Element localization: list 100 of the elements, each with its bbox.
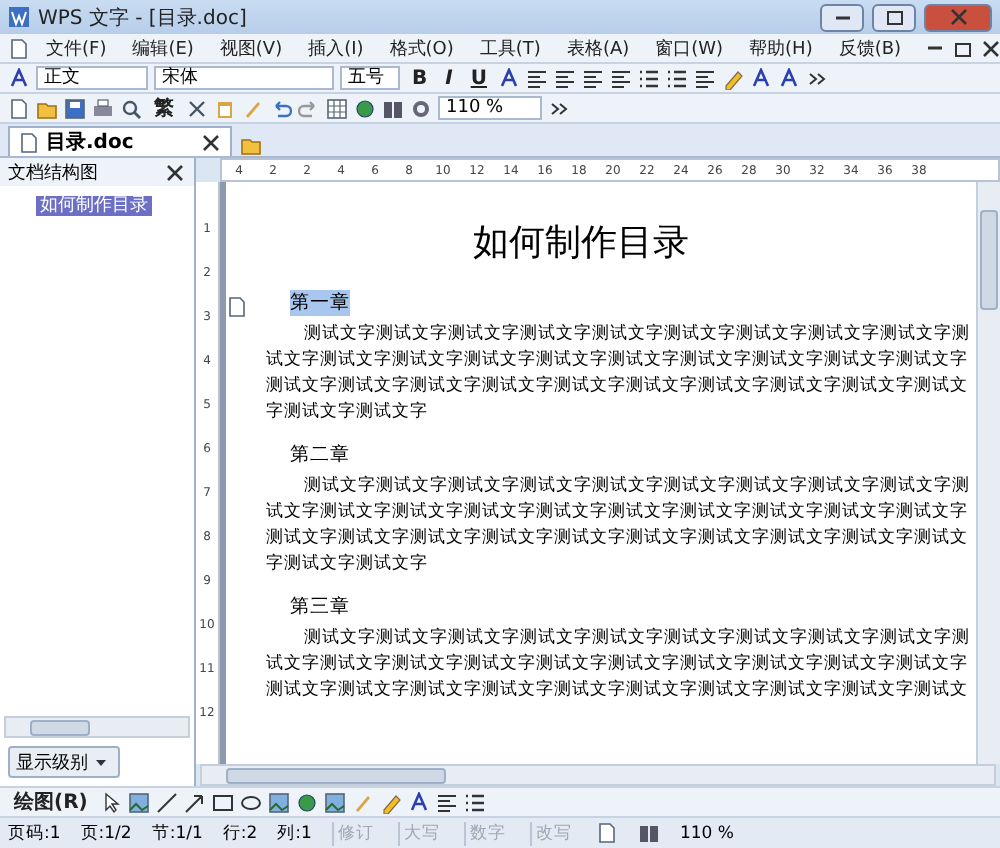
horizontal-scrollbar[interactable] (4, 716, 190, 738)
rectangle-icon[interactable] (211, 791, 234, 813)
minimize-icon[interactable] (923, 44, 946, 52)
status-text: 列:1 (277, 821, 312, 845)
letter-icon[interactable] (8, 67, 30, 89)
window-title: WPS 文字 - [目录.doc] (38, 5, 249, 31)
close-icon[interactable] (200, 131, 222, 153)
letter-icon[interactable] (498, 67, 521, 89)
cursor-icon[interactable] (99, 791, 122, 813)
close-icon (947, 6, 969, 28)
body-text-line: 测试文字测试文字测试文字测试文字测试文字测试文字测试文字测试文字测试文字测试文 (266, 678, 970, 704)
status-text: 行:2 (222, 821, 258, 845)
menu-item[interactable]: 插入(I) (298, 35, 374, 61)
status-text: 节:1/1 (151, 821, 203, 845)
undo-icon[interactable] (270, 97, 292, 119)
menu-item[interactable]: 文件(F) (36, 35, 117, 61)
menu-item[interactable]: 格式(O) (379, 35, 464, 61)
body-text-line: 测试文字测试文字测试文字测试文字测试文字测试文字测试文字测试文字测试文字测 (302, 322, 972, 348)
letter-icon[interactable] (778, 67, 801, 89)
zoom-level: 110 % (679, 823, 734, 843)
mode-indicator: 改写 (529, 821, 576, 845)
format-button[interactable]: B (406, 67, 434, 89)
align-icon[interactable] (526, 67, 549, 89)
document-icon (18, 131, 40, 153)
align-icon[interactable] (694, 67, 717, 89)
chapter-heading: 第三章 (290, 594, 350, 620)
zoom-dropdown[interactable]: 110 % (438, 96, 542, 120)
format-button[interactable]: I (439, 67, 459, 89)
vertical-scrollbar[interactable] (976, 182, 1000, 764)
columns-icon[interactable] (637, 822, 660, 844)
menu-item[interactable]: 反馈(B) (828, 35, 912, 61)
status-text: 页:1/2 (80, 821, 132, 845)
style-dropdown[interactable]: 正文 (36, 66, 148, 90)
close-button[interactable] (924, 3, 992, 31)
body-text-line: 测试文字测试文字测试文字测试文字测试文字测试文字测试文字测试文字测试文字测 (302, 474, 972, 500)
picture-icon[interactable] (127, 791, 150, 813)
horizontal-scrollbar[interactable] (200, 764, 996, 786)
scissors-icon[interactable] (186, 97, 208, 119)
pencil-icon[interactable] (379, 791, 402, 813)
font-size-dropdown[interactable]: 五号 (340, 66, 400, 90)
mode-indicator: 大写 (397, 821, 444, 845)
letter-icon[interactable] (750, 67, 773, 89)
chapter-heading: 第二章 (290, 442, 350, 468)
mode-indicator: 修订 (331, 821, 378, 845)
restore-icon[interactable] (951, 37, 974, 59)
close-icon[interactable] (979, 37, 1000, 59)
printer-icon[interactable] (92, 97, 114, 119)
chapter-heading: 第一章 (290, 290, 350, 316)
body-text-line: 试文字测试文字测试文字测试文字测试文字测试文字测试文字测试文字测试文字测试文字 (266, 500, 970, 526)
save-icon[interactable] (64, 97, 86, 119)
maximize-button[interactable] (872, 3, 916, 31)
body-text-line: 测试文字测试文字测试文字测试文字测试文字测试文字测试文字测试文字测试文字测试文 (266, 374, 970, 400)
body-text-line: 测试文字测试文字测试文字测试文字测试文字测试文字测试文字测试文字测试文字测试文 (266, 526, 970, 552)
level-button[interactable]: 显示级别 (8, 746, 120, 778)
status-text: 页码:1 (8, 821, 61, 845)
body-text-line: 试文字测试文字测试文字测试文字测试文字测试文字测试文字测试文字测试文字测试文字 (266, 652, 970, 678)
restore-icon (883, 6, 905, 28)
menu-item[interactable]: 窗口(W) (645, 35, 734, 61)
mode-indicator: 数字 (463, 821, 510, 845)
convert-button[interactable]: 繁 (148, 94, 180, 122)
magnifier-icon[interactable] (120, 97, 142, 119)
document-icon[interactable] (595, 822, 618, 844)
font-dropdown[interactable]: 宋体 (154, 66, 334, 90)
format-button[interactable]: U (464, 67, 493, 89)
align-icon[interactable] (610, 67, 633, 89)
menu-item[interactable]: 编辑(E) (122, 35, 204, 61)
columns-icon[interactable] (382, 97, 404, 119)
list-icon[interactable] (666, 67, 689, 89)
body-text-line: 字测试文字测试文字 (266, 552, 430, 578)
chevron-icon[interactable] (806, 67, 829, 89)
document-title: 如何制作目录 (471, 220, 691, 266)
minimize-button[interactable] (820, 3, 864, 31)
close-icon[interactable] (164, 161, 186, 183)
body-text-line: 试文字测试文字测试文字测试文字测试文字测试文字测试文字测试文字测试文字测试文字 (266, 348, 970, 374)
arrow-icon[interactable] (183, 791, 206, 813)
line-icon[interactable] (155, 791, 178, 813)
list-icon[interactable] (463, 791, 486, 813)
menu-item[interactable]: 工具(T) (469, 35, 551, 61)
redo-icon[interactable] (298, 97, 320, 119)
picture-icon[interactable] (323, 791, 346, 813)
menu-item[interactable]: 表格(A) (556, 35, 640, 61)
app-logo-icon (8, 6, 30, 28)
align-icon[interactable] (435, 791, 458, 813)
letter-icon[interactable] (407, 791, 430, 813)
document-tab[interactable]: 目录.doc (8, 126, 232, 156)
list-icon[interactable] (638, 67, 661, 89)
body-text-line: 字测试文字测试文字 (266, 400, 430, 426)
outline-item[interactable]: 如何制作目录 (36, 196, 152, 216)
align-icon[interactable] (554, 67, 577, 89)
drawing-menu-button[interactable]: 绘图(R) (8, 788, 94, 816)
table-icon[interactable] (326, 97, 348, 119)
picture-icon[interactable] (267, 791, 290, 813)
pane-title: 文档结构图 (8, 161, 98, 185)
body-text-line: 测试文字测试文字测试文字测试文字测试文字测试文字测试文字测试文字测试文字测 (302, 626, 972, 652)
menu-item[interactable]: 帮助(H) (739, 35, 823, 61)
ellipse-icon[interactable] (239, 791, 262, 813)
menu-item[interactable]: 视图(V) (209, 35, 293, 61)
align-icon[interactable] (582, 67, 605, 89)
minimize-icon (831, 13, 853, 21)
chevron-icon[interactable] (548, 97, 570, 119)
